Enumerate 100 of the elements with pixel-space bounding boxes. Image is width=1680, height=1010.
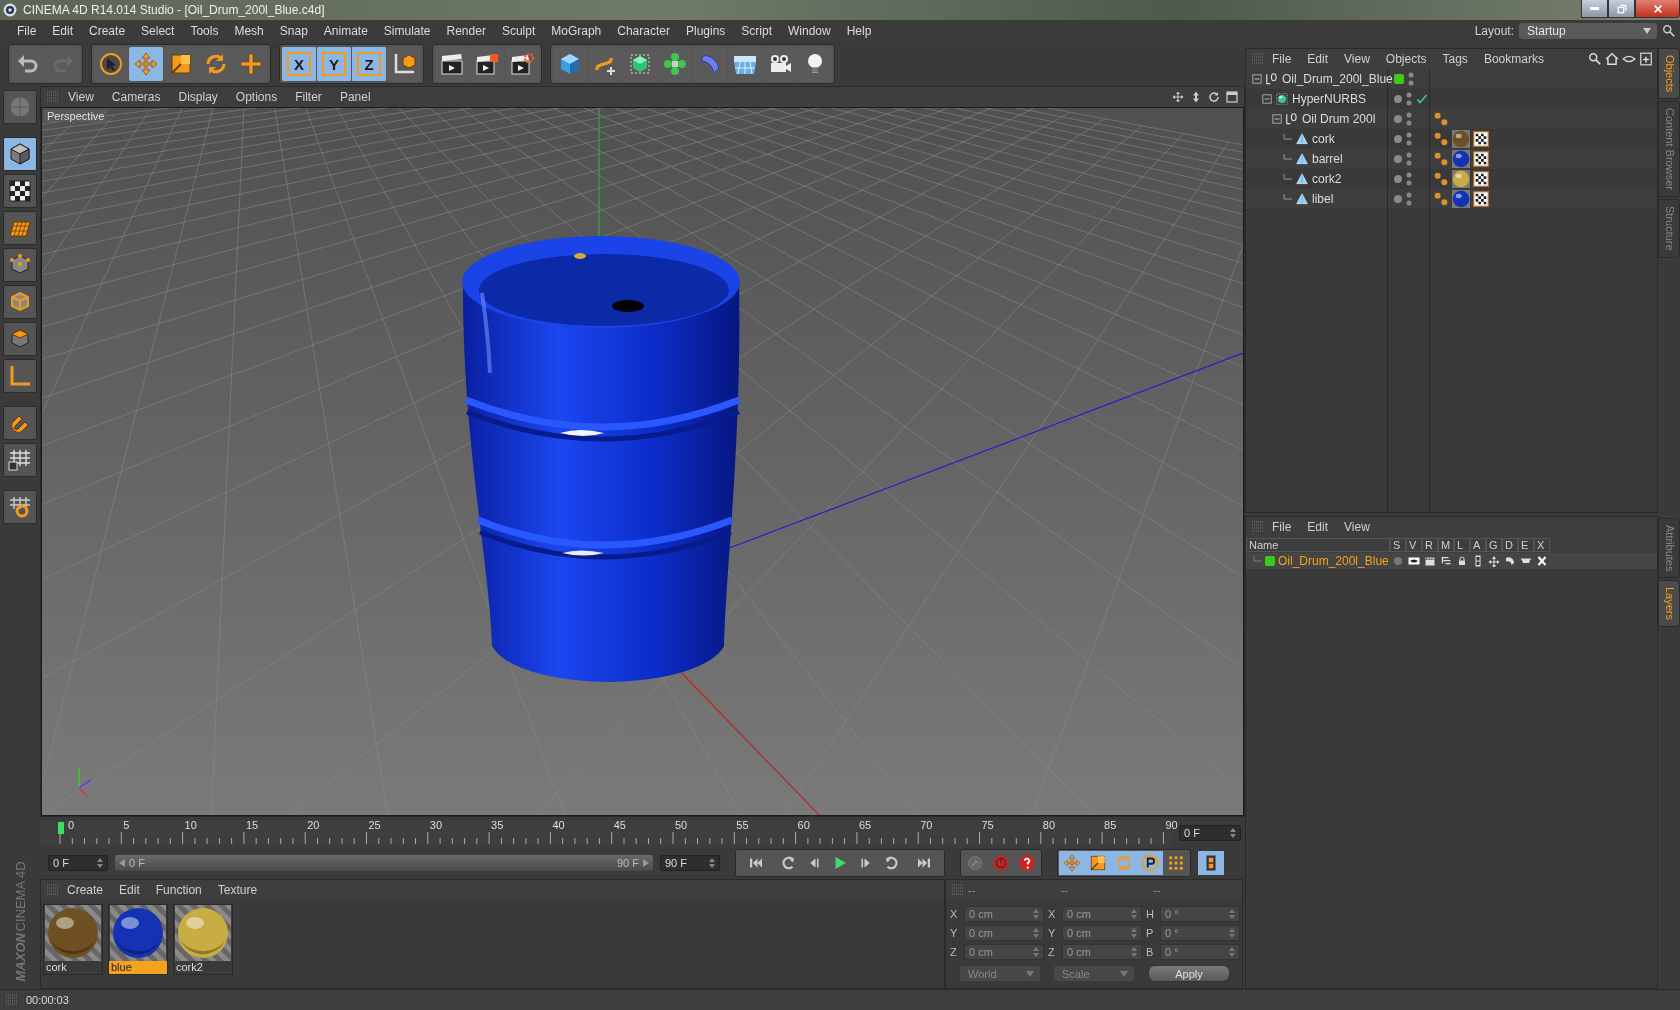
column-header[interactable]: L — [1454, 538, 1470, 552]
panel-menu-item[interactable]: Objects — [1377, 52, 1435, 66]
panel-menu-item[interactable]: File — [1264, 520, 1300, 534]
apply-button[interactable]: Apply — [1148, 965, 1230, 982]
menu-item[interactable]: Select — [133, 24, 183, 38]
mode-button[interactable] — [3, 137, 37, 171]
object-name[interactable]: libel — [1312, 192, 1334, 206]
tool-button[interactable] — [470, 47, 504, 81]
playhead-marker[interactable] — [58, 821, 64, 834]
render-visibility-dots-icon[interactable] — [1406, 112, 1412, 126]
object-name[interactable]: Oil Drum 200l — [1302, 112, 1376, 126]
panel-menu-item[interactable]: View — [1336, 52, 1378, 66]
mode-button[interactable] — [3, 248, 37, 282]
render-visibility-dots-icon[interactable] — [1406, 132, 1412, 146]
menu-item[interactable]: Edit — [44, 24, 82, 38]
object-name[interactable]: cork2 — [1312, 172, 1342, 186]
phong-tag-icon[interactable] — [1433, 191, 1449, 207]
render-visibility-dots-icon[interactable] — [1408, 72, 1414, 86]
coordinate-field[interactable]: 0 ° — [1160, 925, 1240, 941]
menu-item[interactable]: File — [9, 24, 45, 38]
collapse-icon[interactable] — [1262, 94, 1272, 104]
panel-menu-item[interactable]: Bookmarks — [1475, 52, 1552, 66]
panel-menu-item[interactable]: Edit — [111, 883, 148, 897]
axis-lock-button[interactable]: X — [282, 47, 316, 81]
viewport-menu-item[interactable]: Options — [226, 90, 287, 104]
visibility-dot[interactable] — [1394, 95, 1402, 103]
new-window-icon[interactable] — [1639, 52, 1653, 66]
end-frame-field[interactable]: 90 F — [660, 854, 720, 871]
mode-button[interactable] — [3, 285, 37, 319]
panel-menu-item[interactable]: Function — [147, 883, 210, 897]
visibility-dot[interactable] — [1394, 135, 1402, 143]
hierarchy-icon[interactable] — [1440, 555, 1452, 567]
menu-item[interactable]: Animate — [315, 24, 376, 38]
panel-menu-item[interactable]: Create — [59, 883, 112, 897]
search-icon[interactable] — [1662, 24, 1676, 38]
zoom-icon[interactable] — [1190, 91, 1202, 103]
object-name[interactable]: barrel — [1312, 152, 1343, 166]
column-header[interactable]: R — [1422, 538, 1438, 552]
visibility-dot[interactable] — [1394, 155, 1402, 163]
render-visibility-dots-icon[interactable] — [1406, 172, 1412, 186]
coordinate-field[interactable]: 0 cm — [1062, 944, 1142, 960]
menu-item[interactable]: Simulate — [375, 24, 439, 38]
visibility-dot[interactable] — [1394, 115, 1402, 123]
close-button[interactable] — [1635, 0, 1680, 18]
material-tag-icon[interactable] — [1452, 190, 1470, 208]
mode-button[interactable] — [3, 322, 37, 356]
panel-menu-item[interactable]: Tags — [1434, 52, 1476, 66]
frame-range-slider[interactable]: 0 F 90 F — [115, 854, 653, 871]
coordinate-field[interactable]: 0 ° — [1160, 944, 1240, 960]
menu-item[interactable]: Tools — [182, 24, 227, 38]
column-header[interactable]: V — [1406, 538, 1422, 552]
panel-menu-item[interactable]: File — [1264, 52, 1300, 66]
restore-button[interactable] — [1608, 0, 1635, 18]
tool-button[interactable] — [798, 47, 832, 81]
tool-button[interactable] — [435, 47, 469, 81]
column-header[interactable]: X — [1534, 538, 1550, 552]
object-name[interactable]: Oil_Drum_200l_Blue — [1282, 72, 1393, 86]
padlock-icon[interactable] — [1456, 555, 1468, 567]
menu-item[interactable]: Script — [733, 24, 780, 38]
material-swatch[interactable]: blue — [108, 904, 168, 975]
column-header[interactable]: S — [1390, 538, 1406, 552]
menu-item[interactable]: Help — [838, 24, 880, 38]
render-visibility-dots-icon[interactable] — [1406, 152, 1412, 166]
collapse-icon[interactable] — [1272, 114, 1282, 124]
orbit-icon[interactable] — [1208, 91, 1220, 103]
minimize-button[interactable] — [1581, 0, 1608, 18]
panel-tab[interactable]: Layers — [1658, 580, 1680, 628]
tool-button[interactable] — [387, 47, 421, 81]
visibility-dot[interactable] — [1394, 175, 1402, 183]
phong-tag-icon[interactable] — [1433, 131, 1449, 147]
menu-item[interactable]: Character — [609, 24, 678, 38]
eye-icon[interactable] — [1408, 555, 1420, 567]
coordinate-field[interactable]: 0 cm — [1062, 906, 1142, 922]
solo-dot-icon[interactable] — [1392, 555, 1404, 567]
mode-button[interactable] — [3, 211, 37, 245]
x-mark-icon[interactable] — [1536, 555, 1548, 567]
material-tag-icon[interactable] — [1452, 150, 1470, 168]
checkmark-icon[interactable] — [1416, 93, 1428, 105]
phong-tag-icon[interactable] — [1433, 151, 1449, 167]
render-visibility-dots-icon[interactable] — [1406, 92, 1412, 106]
menu-item[interactable]: Render — [438, 24, 494, 38]
object-name[interactable]: cork — [1312, 132, 1335, 146]
layout-dropdown[interactable]: Startup — [1519, 23, 1657, 39]
coordinate-field[interactable]: 0 cm — [964, 906, 1044, 922]
start-frame-field[interactable]: 0 F — [48, 854, 108, 871]
menu-item[interactable]: MoGraph — [543, 24, 610, 38]
menu-item[interactable]: Plugins — [677, 24, 734, 38]
coordinate-field[interactable]: 0 ° — [1160, 906, 1240, 922]
panel-menu-item[interactable]: Edit — [1299, 520, 1337, 534]
mode-button[interactable] — [3, 406, 37, 440]
column-header[interactable]: G — [1486, 538, 1502, 552]
coordinate-field[interactable]: 0 cm — [964, 944, 1044, 960]
tool-button[interactable] — [763, 47, 797, 81]
panel-menu-item[interactable]: Texture — [209, 883, 266, 897]
home-icon[interactable] — [1605, 52, 1619, 66]
search-icon[interactable] — [1588, 52, 1602, 66]
panel-menu-item[interactable]: Edit — [1299, 52, 1337, 66]
column-header[interactable]: E — [1518, 538, 1534, 552]
viewport-menu-item[interactable]: Filter — [286, 90, 331, 104]
coordinate-field[interactable]: 0 cm — [964, 925, 1044, 941]
